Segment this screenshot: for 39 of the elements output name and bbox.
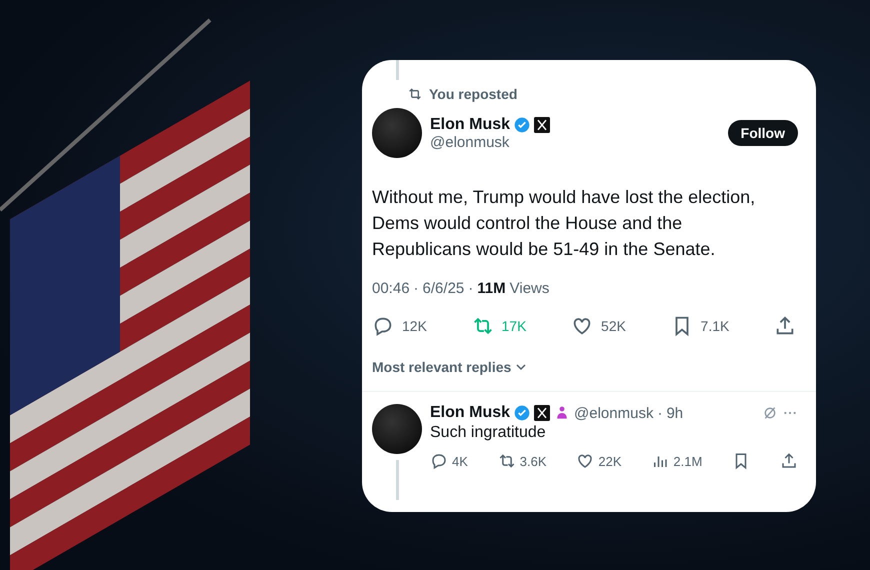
circle-slash-icon[interactable] — [762, 405, 778, 421]
thread-line — [396, 60, 399, 80]
tweet-text: Without me, Trump would have lost the election, Dems would control the House and the Republicans would be 51-49 in the Senate. — [372, 186, 756, 261]
speech-bubble-icon — [430, 452, 448, 470]
x-logo-icon — [534, 405, 550, 421]
author-handle[interactable]: @elonmusk — [574, 404, 654, 422]
bookmark-button[interactable]: 7.1K — [670, 315, 730, 337]
author-name[interactable]: Elon Musk — [430, 404, 510, 422]
tweet-time[interactable]: 00:46 — [372, 280, 410, 297]
avatar[interactable] — [372, 404, 422, 454]
like-button[interactable]: 22K — [576, 452, 622, 470]
share-button[interactable] — [780, 452, 798, 470]
follow-button[interactable]: Follow — [728, 120, 798, 146]
heart-icon — [576, 452, 594, 470]
separator-dot: · — [468, 280, 474, 297]
repost-button[interactable]: 3.6K — [498, 452, 547, 470]
author-handle[interactable]: @elonmusk — [430, 134, 728, 150]
separator-dot: · — [414, 280, 419, 297]
views-label: Views — [510, 280, 550, 297]
like-button[interactable]: 52K — [571, 315, 626, 337]
x-logo-icon — [534, 116, 550, 132]
reply-text: Such ingratitude — [430, 424, 547, 442]
reply-button[interactable]: 12K — [372, 315, 427, 337]
repost-arrows-icon — [472, 315, 494, 337]
views-count: 11M — [477, 280, 506, 297]
views-button[interactable]: 2.1M — [651, 452, 702, 470]
author-name[interactable]: Elon Musk — [430, 116, 510, 134]
avatar[interactable] — [372, 108, 422, 158]
replies-sort-dropdown[interactable]: Most relevant replies — [372, 359, 528, 375]
separator-dot: · — [657, 404, 662, 422]
reply-age[interactable]: 9h — [666, 404, 684, 422]
repost-label: You reposted — [429, 86, 518, 102]
tweet-date[interactable]: 6/6/25 — [422, 280, 464, 297]
thread-line — [396, 460, 398, 500]
speech-bubble-icon — [372, 315, 394, 337]
repost-arrows-icon — [407, 86, 423, 102]
reply-button[interactable]: 4K — [430, 452, 468, 470]
share-icon — [780, 452, 798, 470]
repost-arrows-icon — [498, 452, 516, 470]
